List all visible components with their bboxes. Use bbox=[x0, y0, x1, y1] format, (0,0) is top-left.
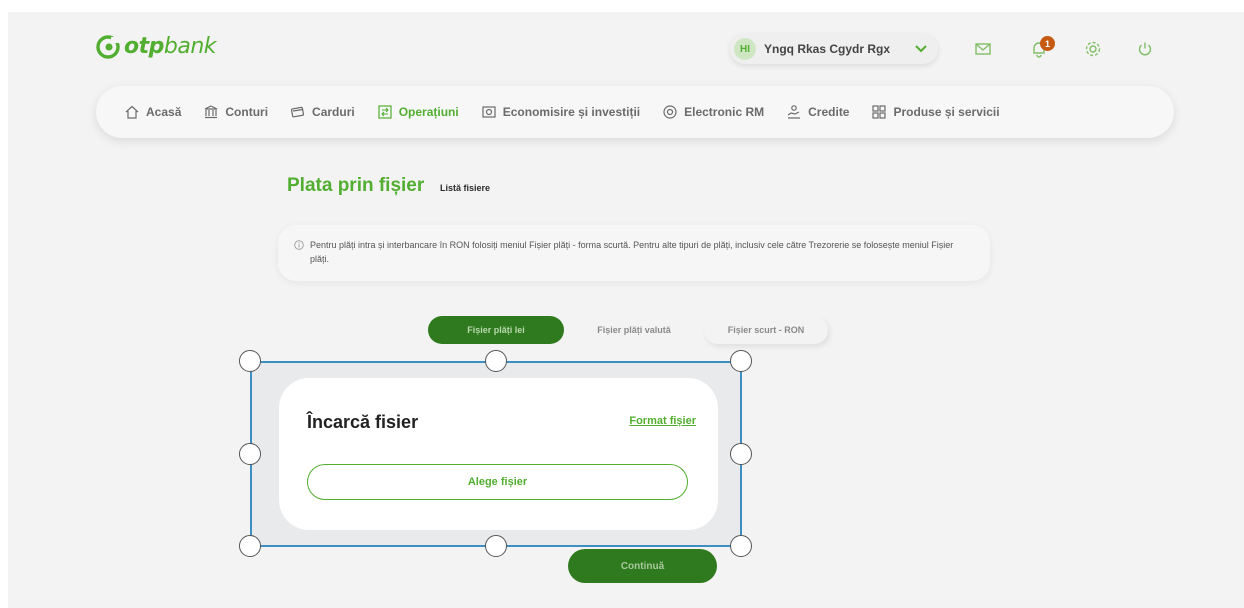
logo-text-bold: otp bbox=[124, 34, 164, 59]
home-icon bbox=[125, 105, 139, 119]
credit-icon bbox=[787, 105, 801, 119]
nav-item-operatiuni[interactable]: Operațiuni bbox=[377, 104, 459, 120]
user-menu[interactable]: HI Yngq Rkas Cgydr Rgx bbox=[730, 34, 938, 64]
tab-fisier-plati-valuta[interactable]: Fișier plăți valută bbox=[564, 316, 704, 344]
nav-item-label: Electronic RM bbox=[684, 105, 765, 119]
nav-item-electronic-rm[interactable]: Electronic RM bbox=[662, 104, 764, 120]
nav-item-label: Conturi bbox=[225, 105, 269, 119]
nav-item-produse[interactable]: Produse și servicii bbox=[871, 104, 1000, 120]
nav-item-acasa[interactable]: Acasă bbox=[124, 104, 181, 120]
info-box: Pentru plăți intra și interbancare în RO… bbox=[278, 225, 990, 281]
gear-icon[interactable] bbox=[1084, 40, 1102, 58]
power-icon[interactable] bbox=[1136, 40, 1154, 58]
upload-file-dialog: Încarcă fisier Format fișier Alege fișie… bbox=[279, 378, 718, 530]
savings-icon bbox=[482, 106, 496, 118]
nav-item-label: Economisire și investiții bbox=[502, 105, 641, 119]
nav-item-conturi[interactable]: Conturi bbox=[203, 104, 268, 120]
info-text: Pentru plăți intra și interbancare în RO… bbox=[310, 240, 954, 264]
user-name: Yngq Rkas Cgydr Rgx bbox=[764, 42, 891, 56]
otp-logo-icon bbox=[96, 34, 120, 59]
resize-handle-top-left[interactable] bbox=[239, 350, 261, 372]
file-list-link[interactable]: Listă fisiere bbox=[440, 183, 490, 193]
resize-handle-bottom-left[interactable] bbox=[239, 535, 261, 557]
chevron-down-icon bbox=[915, 45, 927, 53]
dialog-title: Încarcă fisier bbox=[307, 412, 419, 432]
avatar: HI bbox=[734, 38, 756, 60]
nav-item-label: Acasă bbox=[146, 105, 182, 119]
rm-icon bbox=[663, 105, 677, 119]
resize-handle-top[interactable] bbox=[485, 350, 507, 372]
notification-badge: 1 bbox=[1040, 36, 1055, 51]
continue-button[interactable]: Continuă bbox=[568, 549, 717, 583]
resize-handle-right[interactable] bbox=[730, 443, 752, 465]
app-viewport: otpbank HI Yngq Rkas Cgydr Rgx 1 Acasă C… bbox=[8, 12, 1244, 608]
bank-icon bbox=[205, 105, 218, 119]
card-icon bbox=[290, 106, 305, 118]
resize-handle-bottom[interactable] bbox=[485, 535, 507, 557]
page-title: Plata prin fișier bbox=[287, 175, 425, 196]
tab-fisier-plati-lei[interactable]: Fișier plăți lei bbox=[428, 316, 564, 344]
file-type-tabs: Fișier plăți lei Fișier plăți valută Fiș… bbox=[428, 316, 828, 344]
nav-item-label: Operațiuni bbox=[398, 105, 459, 119]
nav-item-carduri[interactable]: Carduri bbox=[290, 104, 355, 120]
info-icon bbox=[294, 240, 304, 250]
nav-item-label: Credite bbox=[808, 105, 850, 119]
operations-icon bbox=[378, 105, 392, 119]
file-format-link[interactable]: Format fișier bbox=[629, 415, 696, 427]
products-icon bbox=[872, 105, 887, 119]
nav-item-label: Carduri bbox=[312, 105, 355, 119]
choose-file-button[interactable]: Alege fișier bbox=[307, 464, 688, 500]
resize-handle-bottom-right[interactable] bbox=[730, 535, 752, 557]
nav-item-credite[interactable]: Credite bbox=[786, 104, 849, 120]
nav-item-label: Produse și servicii bbox=[893, 105, 1000, 119]
main-nav: Acasă Conturi Carduri Operațiuni Economi… bbox=[96, 86, 1174, 138]
resize-handle-left[interactable] bbox=[239, 443, 261, 465]
otpbank-logo[interactable]: otpbank bbox=[96, 34, 217, 59]
tab-fisier-scurt-ron[interactable]: Fișier scurt - RON bbox=[704, 316, 828, 344]
logo-text-light: bank bbox=[163, 34, 217, 59]
nav-item-economisire[interactable]: Economisire și investiții bbox=[481, 104, 640, 120]
mail-icon[interactable] bbox=[974, 40, 992, 58]
resize-handle-top-right[interactable] bbox=[730, 350, 752, 372]
